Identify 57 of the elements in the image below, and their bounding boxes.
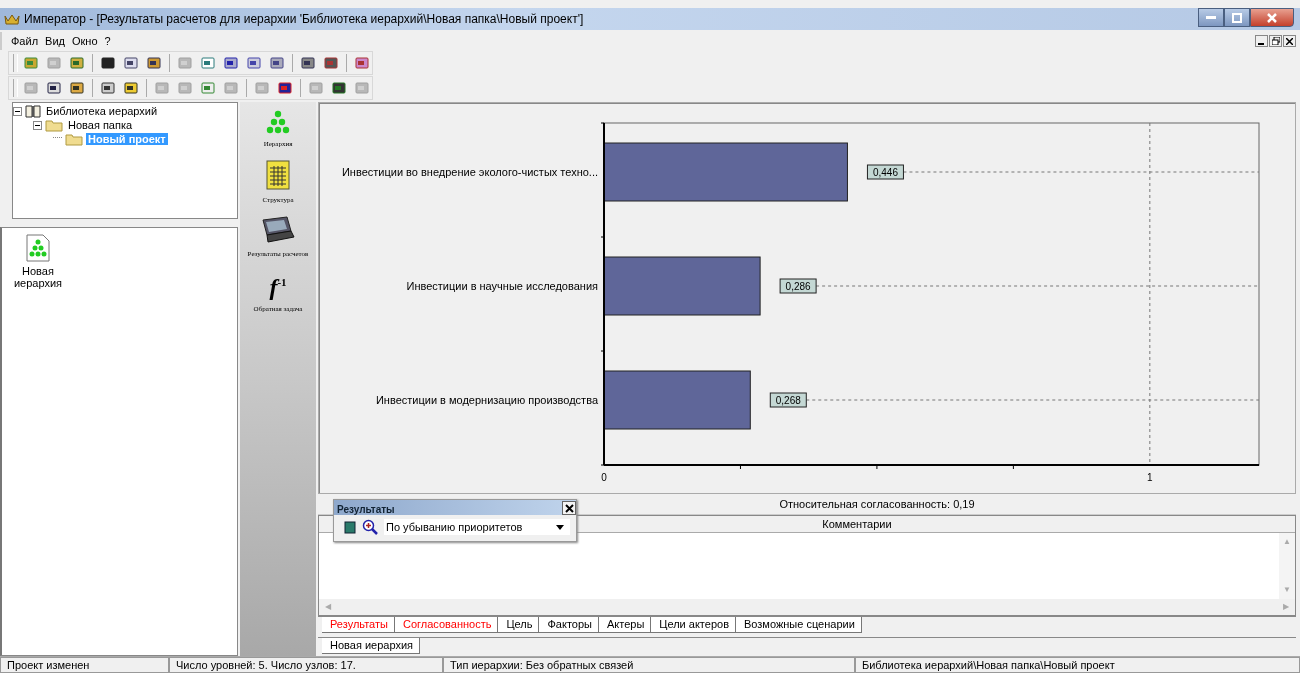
maximize-button[interactable] — [1224, 8, 1250, 27]
tab[interactable]: Новая иерархия — [322, 638, 420, 655]
value-label: 0,268 — [769, 392, 807, 408]
value-label: 0,446 — [866, 164, 904, 180]
data-label: 0,446 — [872, 167, 899, 178]
close-button[interactable] — [1250, 8, 1294, 27]
toolbar-title: Результаты — [336, 504, 395, 515]
close-icon — [1286, 37, 1293, 45]
laptop-icon[interactable] — [261, 216, 295, 244]
tab[interactable]: Цели актеров — [651, 617, 736, 634]
minimize-button[interactable] — [1255, 35, 1268, 47]
minimize-button[interactable] — [1198, 8, 1224, 27]
menu-item[interactable]: Окно — [70, 35, 99, 47]
zoom-in-icon[interactable] — [362, 519, 378, 535]
category-label: Инвестиции во внедрение эколого-чистых техно... — [341, 166, 598, 178]
menu-item[interactable]: Вид — [44, 35, 66, 47]
close-icon — [1267, 12, 1277, 23]
window-title: Император - [Результаты расчетов для иерархии 'Библиотека иерархий\Новая папка\Новый проект'] — [24, 12, 584, 26]
folder-icon — [65, 132, 83, 146]
axis-tick-label: 0 — [601, 472, 607, 483]
minimize-icon — [1206, 15, 1216, 20]
status-text: Проект изменен — [0, 657, 169, 673]
consistency-text: Относительная согласованность: 0,19 — [779, 497, 975, 510]
menu-item[interactable]: ? — [103, 35, 112, 47]
sort-dropdown[interactable]: По убыванию приоритетов — [384, 519, 570, 535]
tree-item[interactable]: Библиотека иерархий — [44, 105, 160, 117]
tab[interactable]: Возможные сценарии — [736, 617, 862, 634]
value-label: 0,286 — [779, 278, 817, 294]
status-text: Число уровней: 5. Число узлов: 17. — [169, 657, 443, 673]
restore-button[interactable] — [1269, 35, 1282, 47]
status-text: Тип иерархии: Без обратных связей — [443, 657, 855, 673]
crown-icon — [4, 12, 20, 26]
tab[interactable]: Цель — [498, 617, 540, 634]
folder-icon — [45, 118, 63, 132]
column-header: Комментарии — [822, 517, 892, 530]
tab[interactable]: Актеры — [598, 617, 652, 634]
close-button[interactable] — [562, 501, 576, 515]
function-icon[interactable]: f$^{-1}$ — [269, 270, 287, 299]
menu-item[interactable]: Файл — [10, 35, 40, 47]
collapse-toggle[interactable] — [33, 120, 42, 130]
file-label[interactable]: Новая иерархия — [8, 265, 68, 289]
tab[interactable]: Факторы — [539, 617, 599, 634]
close-button[interactable] — [1283, 35, 1296, 47]
status-text: Библиотека иерархий\Новая папка\Новый проект — [855, 657, 1300, 673]
data-label: 0,268 — [775, 395, 802, 406]
axis-tick-label: 1 — [1147, 472, 1153, 483]
tab[interactable]: Согласованность — [394, 617, 499, 634]
tab[interactable]: Результаты — [322, 617, 395, 634]
caret-icon — [556, 524, 564, 530]
tree-item[interactable]: Новая папка — [66, 119, 135, 131]
spreadsheet-icon[interactable] — [266, 160, 290, 190]
category-label: Инвестиции в модернизацию производства — [375, 394, 598, 406]
restore-icon — [1271, 37, 1280, 45]
category-label: Инвестиции в научные исследования — [406, 280, 598, 292]
data-label: 0,286 — [785, 281, 812, 292]
collapse-toggle[interactable] — [13, 106, 22, 116]
maximize-icon — [1232, 12, 1242, 23]
